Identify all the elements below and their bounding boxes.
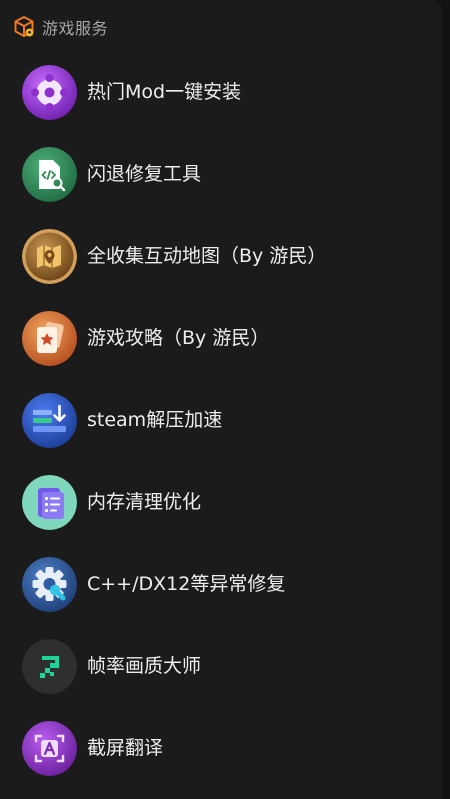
service-item-label: steam解压加速 <box>87 409 223 431</box>
service-item-label: 截屏翻译 <box>87 737 164 759</box>
service-item-label: 游戏攻略（By 游民） <box>87 327 270 349</box>
guide-cards-icon <box>22 311 77 366</box>
service-item-label: 内存清理优化 <box>87 491 202 513</box>
package-box-icon <box>12 15 36 39</box>
service-item-steam-speedup[interactable]: steam解压加速 <box>0 379 442 461</box>
service-item-fps-quality-master[interactable]: 帧率画质大师 <box>0 625 442 707</box>
section-title: 游戏服务 <box>42 19 109 38</box>
download-speed-icon <box>22 393 77 448</box>
fps-pixel-icon <box>22 639 77 694</box>
section-header: 游戏服务 <box>12 14 108 40</box>
service-item-hot-mod[interactable]: 热门Mod一键安装 <box>0 51 442 133</box>
service-item-label: 闪退修复工具 <box>87 163 202 185</box>
code-file-search-icon <box>22 147 77 202</box>
service-list: 热门Mod一键安装 闪退修复工具 全收集互动地图（By 游民） 游戏攻略（By … <box>0 51 442 789</box>
screenshot-translate-icon <box>22 721 77 776</box>
service-item-label: 全收集互动地图（By 游民） <box>87 245 327 267</box>
memory-clipboard-icon <box>22 475 77 530</box>
service-item-crash-fix[interactable]: 闪退修复工具 <box>0 133 442 215</box>
service-item-label: C++/DX12等异常修复 <box>87 573 286 595</box>
map-pin-icon <box>22 229 77 284</box>
service-item-game-guide[interactable]: 游戏攻略（By 游民） <box>0 297 442 379</box>
service-item-interactive-map[interactable]: 全收集互动地图（By 游民） <box>0 215 442 297</box>
service-item-memory-clean[interactable]: 内存清理优化 <box>0 461 442 543</box>
service-item-label: 热门Mod一键安装 <box>87 81 242 103</box>
gear-wrench-icon <box>22 557 77 612</box>
game-services-panel: 游戏服务 热门Mod一键安装 闪退修复工具 全收集互动地图（By 游民） 游戏攻… <box>0 0 442 799</box>
service-item-label: 帧率画质大师 <box>87 655 202 677</box>
mod-puzzle-icon <box>22 65 77 120</box>
service-item-screenshot-translate[interactable]: 截屏翻译 <box>0 707 442 789</box>
service-item-cpp-dx12-fix[interactable]: C++/DX12等异常修复 <box>0 543 442 625</box>
